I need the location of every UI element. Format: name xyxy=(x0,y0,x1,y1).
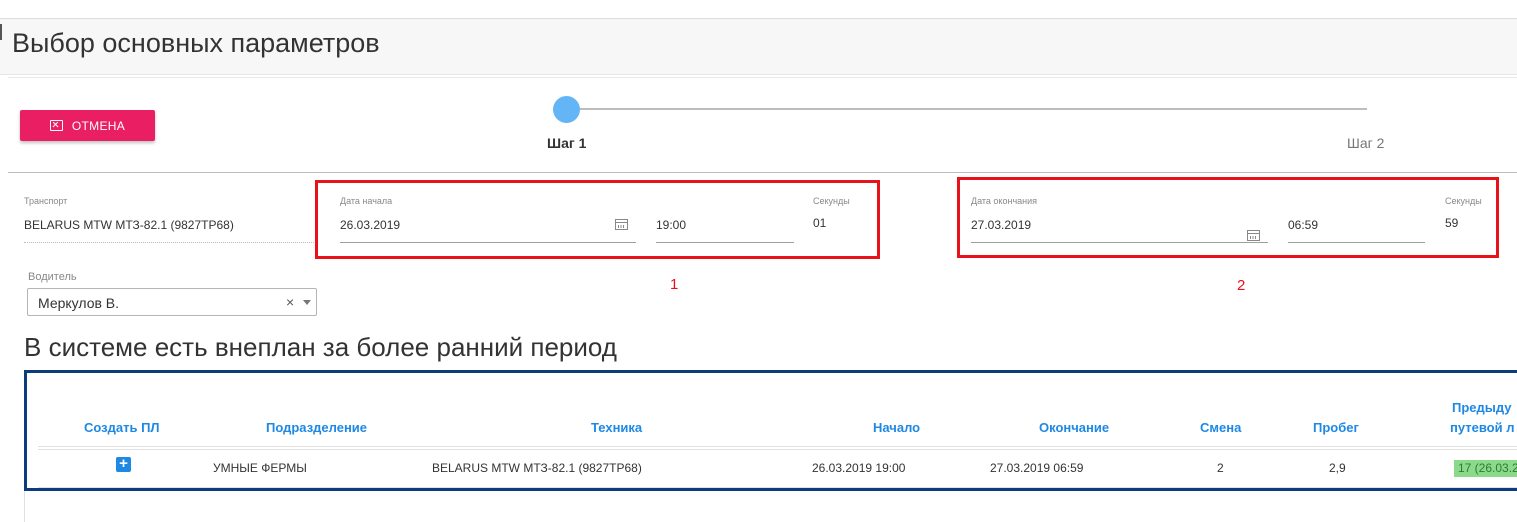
cancel-button[interactable]: ОТМЕНА xyxy=(20,110,155,141)
page-title: Выбор основных параметров xyxy=(12,28,380,58)
annotation-number-2: 2 xyxy=(1237,277,1246,294)
column-header-create[interactable]: Создать ПЛ xyxy=(84,420,160,435)
table-header-divider xyxy=(38,449,1517,450)
table-cell-division: УМНЫЕ ФЕРМЫ xyxy=(213,461,307,475)
table-header-divider xyxy=(38,446,1517,447)
stepper-current-step-dot[interactable] xyxy=(553,96,580,123)
step-2-label[interactable]: Шаг 2 xyxy=(1347,135,1384,151)
driver-select[interactable]: Меркулов В. × xyxy=(27,288,317,316)
table-cell-previous-waybill-link[interactable]: 17 (26.03.20 xyxy=(1454,460,1517,477)
table-cell-end: 27.03.2019 06:59 xyxy=(990,461,1084,475)
stepper-track xyxy=(566,108,1367,110)
table-cell-machine: BELARUS MTW МТЗ-82.1 (9827ТР68) xyxy=(432,461,642,475)
panel-border xyxy=(24,491,25,522)
transport-value[interactable]: BELARUS MTW МТЗ-82.1 (9827ТР68) xyxy=(24,218,234,232)
table-cell-start: 26.03.2019 19:00 xyxy=(812,461,906,475)
table-row-divider xyxy=(38,487,1517,488)
clear-icon[interactable]: × xyxy=(286,294,294,310)
column-header-mileage[interactable]: Пробег xyxy=(1313,420,1359,435)
table-cell-mileage: 2,9 xyxy=(1329,461,1346,475)
annotation-box-2 xyxy=(957,177,1499,258)
driver-label: Водитель xyxy=(28,271,77,283)
column-header-previous-line1[interactable]: Предыду xyxy=(1452,400,1512,415)
column-header-shift[interactable]: Смена xyxy=(1200,420,1241,435)
annotation-box-1 xyxy=(315,180,880,259)
column-header-previous-line2[interactable]: путевой л xyxy=(1450,420,1514,435)
close-box-icon xyxy=(49,120,63,131)
wizard-panel xyxy=(8,77,1517,173)
column-header-start[interactable]: Начало xyxy=(873,420,920,435)
create-waybill-plus-icon[interactable]: + xyxy=(116,456,131,472)
chevron-down-icon[interactable] xyxy=(303,300,311,305)
column-header-end[interactable]: Окончание xyxy=(1039,420,1109,435)
step-1-label[interactable]: Шаг 1 xyxy=(547,135,586,151)
section-heading: В системе есть внеплан за более ранний п… xyxy=(24,332,617,362)
column-header-machine[interactable]: Техника xyxy=(591,420,642,435)
column-header-division[interactable]: Подразделение xyxy=(266,420,367,435)
transport-label: Транспорт xyxy=(24,196,68,206)
driver-selected-value: Меркулов В. xyxy=(38,295,120,311)
table-cell-shift: 2 xyxy=(1217,461,1224,475)
cancel-button-label: ОТМЕНА xyxy=(71,118,126,133)
transport-underline xyxy=(24,242,314,243)
divider xyxy=(8,172,1517,173)
annotation-number-1: 1 xyxy=(670,276,679,293)
left-edge-marker xyxy=(0,24,2,40)
